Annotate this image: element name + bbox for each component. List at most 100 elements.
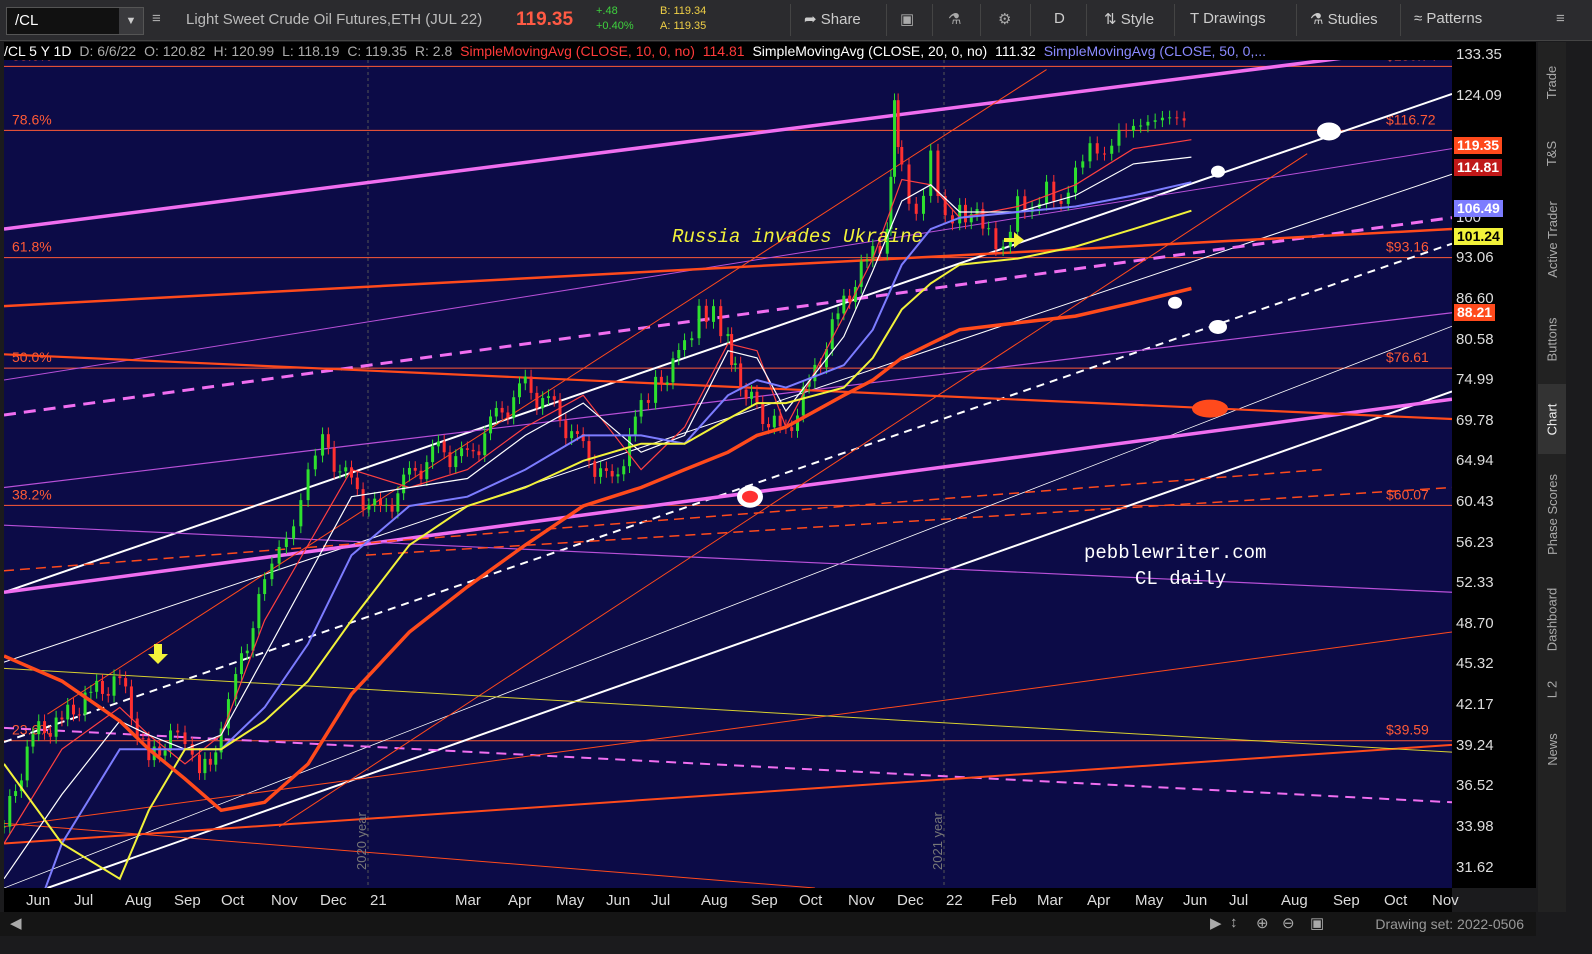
tab-l-2[interactable]: L 2 bbox=[1538, 664, 1566, 714]
drawing-set-label[interactable]: Drawing set: 2022-0506 bbox=[1375, 916, 1524, 932]
year-marker-label: 2021 year bbox=[930, 812, 945, 870]
price-candle-body bbox=[454, 456, 458, 468]
y-tick-label: 69.78 bbox=[1456, 411, 1494, 429]
studies-button[interactable]: ⚗ Studies bbox=[1310, 10, 1378, 28]
price-candle-body bbox=[60, 717, 64, 720]
price-candle-body bbox=[332, 447, 336, 472]
time-axis[interactable]: Jun Jul Aug Sep Oct Nov Dec 21 Mar Apr May Jun Jul Au… bbox=[4, 888, 1459, 912]
price-candle-body bbox=[1081, 161, 1085, 168]
chart-header: /CL 5 Y 1D D: 6/6/22 O: 120.82 H: 120.99… bbox=[4, 42, 1452, 60]
price-candle-body bbox=[8, 796, 12, 827]
style-button[interactable]: ⇅ Style bbox=[1104, 10, 1154, 28]
annotation-russia: Russia invades Ukraine bbox=[672, 226, 923, 248]
tab-buttons[interactable]: Buttons bbox=[1538, 294, 1566, 384]
ask-value: A: 119.35 bbox=[660, 20, 707, 32]
price-candle-body bbox=[378, 498, 382, 506]
link-icon[interactable]: ≡ bbox=[152, 10, 161, 27]
annotation-watermark: pebblewriter.com bbox=[1084, 542, 1266, 564]
price-candle-body bbox=[836, 313, 840, 320]
menu-icon[interactable]: ≡ bbox=[1556, 10, 1565, 27]
y-tick-label: 31.62 bbox=[1456, 858, 1494, 876]
price-candle-body bbox=[512, 397, 516, 418]
target-marker bbox=[1211, 165, 1225, 178]
bottom-bar: ◀ ▶ ↕ ⊕ ⊖ ▣ Drawing set: 2022-0506 bbox=[0, 912, 1536, 936]
fit-icon[interactable]: ▣ bbox=[1310, 914, 1324, 932]
sma20-label: SimpleMovingAvg (CLOSE, 20, 0, no) bbox=[752, 43, 988, 59]
scroll-left-icon[interactable]: ◀ bbox=[10, 914, 22, 932]
price-candle-body bbox=[1088, 143, 1092, 162]
price-candle-body bbox=[921, 195, 925, 214]
x-tick-label: Aug bbox=[701, 892, 728, 909]
price-candle-body bbox=[604, 468, 608, 471]
chart-plot-area[interactable]: 88.6%$130.7478.6%$116.7261.8%$93.1650.0%… bbox=[4, 42, 1452, 888]
price-candle-body bbox=[570, 431, 574, 439]
price-candle-body bbox=[197, 754, 201, 774]
orange-fan-line bbox=[47, 69, 1047, 715]
price-candle-body bbox=[963, 204, 967, 223]
y-tick-label: 42.17 bbox=[1456, 696, 1494, 714]
price-candle-body bbox=[1153, 120, 1157, 122]
period-button[interactable]: D bbox=[1054, 10, 1065, 27]
symbol-selector[interactable]: /CL ▼ bbox=[6, 7, 144, 35]
price-candle-body bbox=[896, 100, 900, 147]
tab-phase-scores[interactable]: Phase Scores bbox=[1538, 454, 1566, 574]
price-candle-body bbox=[214, 752, 218, 765]
price-candle-body bbox=[489, 416, 493, 434]
x-tick-label: Nov bbox=[271, 892, 298, 909]
chevron-down-icon[interactable]: ▼ bbox=[119, 8, 143, 34]
tab-active-trader[interactable]: Active Trader bbox=[1538, 184, 1566, 294]
share-button[interactable]: ➦ Share bbox=[804, 10, 861, 28]
zoom-out-icon[interactable]: ⊖ bbox=[1282, 914, 1295, 932]
price-candle-body bbox=[321, 434, 325, 456]
price-axis[interactable]: 133.35 124.09 100 93.06 86.60 80.58 74.99 69.78… bbox=[1452, 42, 1536, 888]
x-tick-label: Feb bbox=[991, 892, 1017, 909]
price-candle-body bbox=[1059, 200, 1063, 204]
price-candle-body bbox=[739, 363, 743, 390]
year-marker-label: 2020 year bbox=[354, 812, 369, 870]
price-candle-body bbox=[483, 433, 487, 456]
tab-dashboard[interactable]: Dashboard bbox=[1538, 574, 1566, 664]
patterns-button[interactable]: ≈ Patterns bbox=[1414, 10, 1482, 27]
price-candle-body bbox=[987, 228, 991, 230]
x-tick-label: Oct bbox=[799, 892, 823, 909]
tab-news[interactable]: News bbox=[1538, 714, 1566, 784]
price-candle-body bbox=[1124, 130, 1128, 132]
price-candle-body bbox=[25, 746, 29, 781]
price-candle-body bbox=[558, 399, 562, 421]
scroll-right-icon[interactable]: ▶ bbox=[1210, 914, 1222, 932]
price-candle-body bbox=[100, 680, 104, 694]
price-candle-body bbox=[646, 400, 650, 403]
price-candle-body bbox=[355, 477, 359, 490]
x-tick-label: Jul bbox=[651, 892, 671, 909]
price-candle-body bbox=[442, 441, 446, 453]
change-value: +.48 bbox=[596, 5, 618, 17]
x-tick-label: Sep bbox=[751, 892, 778, 909]
fib-percent-label: 38.2% bbox=[12, 486, 52, 502]
snapshot-icon[interactable]: ▣ bbox=[900, 10, 914, 28]
price-candle-body bbox=[628, 434, 632, 467]
symbol-input[interactable]: /CL bbox=[15, 12, 38, 29]
tab-trade[interactable]: Trade bbox=[1538, 42, 1566, 122]
price-candle-body bbox=[1016, 196, 1020, 232]
price-candle-body bbox=[936, 150, 940, 197]
price-candle-body bbox=[848, 295, 852, 303]
price-candle-body bbox=[373, 498, 377, 506]
tab-t-s[interactable]: T&S bbox=[1538, 122, 1566, 184]
price-candle-body bbox=[719, 306, 723, 337]
x-tick-label: Nov bbox=[1432, 892, 1459, 909]
zoom-in-icon[interactable]: ⊕ bbox=[1256, 914, 1269, 932]
gear-icon[interactable]: ⚙ bbox=[998, 10, 1011, 28]
drawings-button[interactable]: T Drawings bbox=[1190, 10, 1266, 27]
bid-value: B: 119.34 bbox=[660, 5, 707, 17]
price-candle-body bbox=[639, 400, 643, 417]
tab-chart[interactable]: Chart bbox=[1538, 384, 1566, 454]
price-candle-body bbox=[14, 791, 18, 797]
price-candle-body bbox=[477, 451, 481, 456]
price-candle-body bbox=[292, 526, 296, 539]
price-candle-body bbox=[494, 407, 498, 417]
flask-icon[interactable]: ⚗ bbox=[948, 10, 961, 28]
expand-icon[interactable]: ↕ bbox=[1230, 914, 1238, 931]
price-badge: 119.35 bbox=[1454, 137, 1503, 154]
price-candle-body bbox=[744, 389, 748, 399]
price-candle-body bbox=[683, 340, 687, 350]
